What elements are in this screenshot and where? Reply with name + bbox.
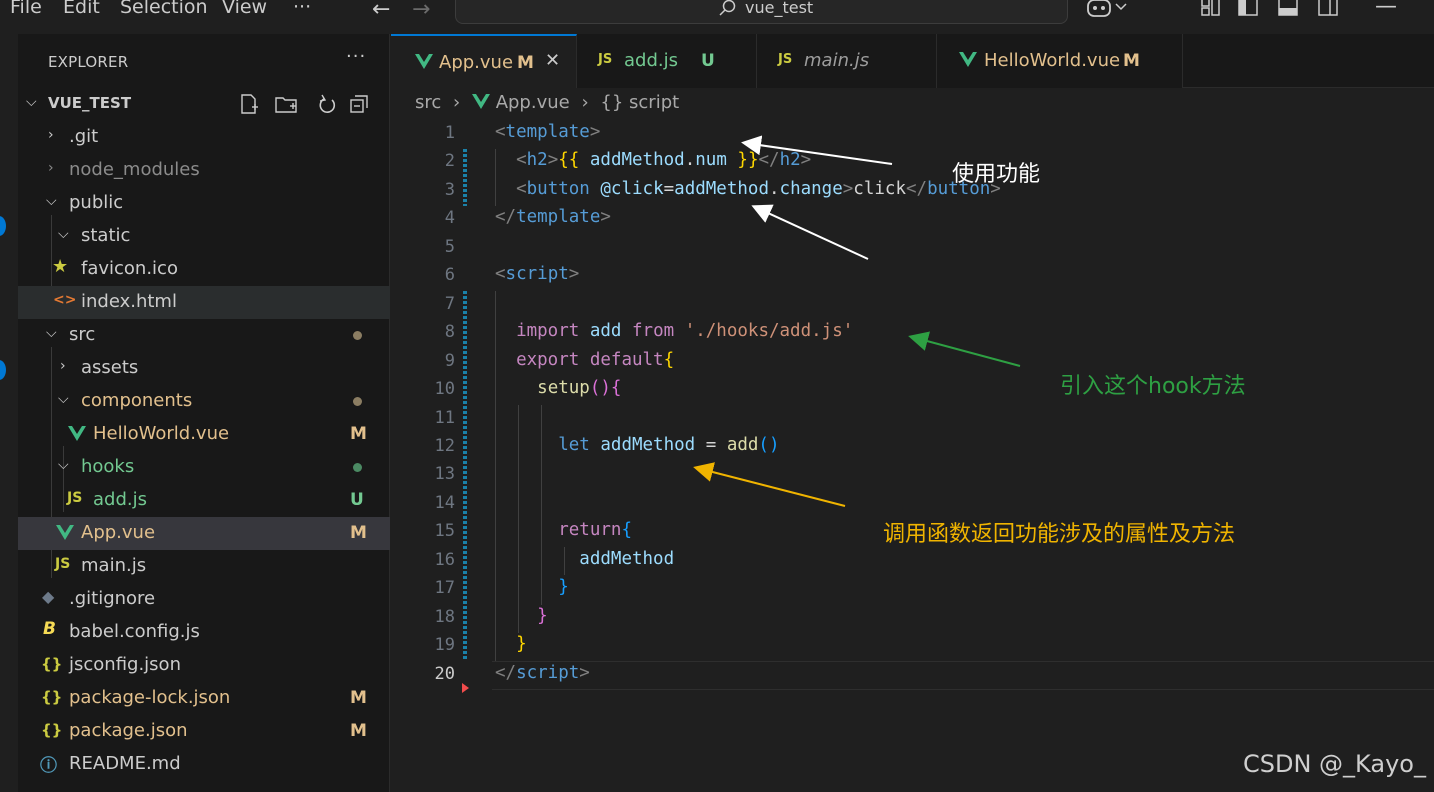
arrow-to-import <box>908 331 1021 367</box>
arrow-to-click <box>751 204 869 260</box>
annotation-import: 引入这个hook方法 <box>1060 374 1246 399</box>
annotation-use: 使用功能 <box>952 162 1041 187</box>
arrow-to-template <box>741 135 893 165</box>
annotation-return: 调用函数返回功能涉及的属性及方法 <box>883 522 1236 547</box>
arrow-to-add-call <box>693 462 846 507</box>
watermark: CSDN @_Kayo_ <box>1243 750 1426 778</box>
